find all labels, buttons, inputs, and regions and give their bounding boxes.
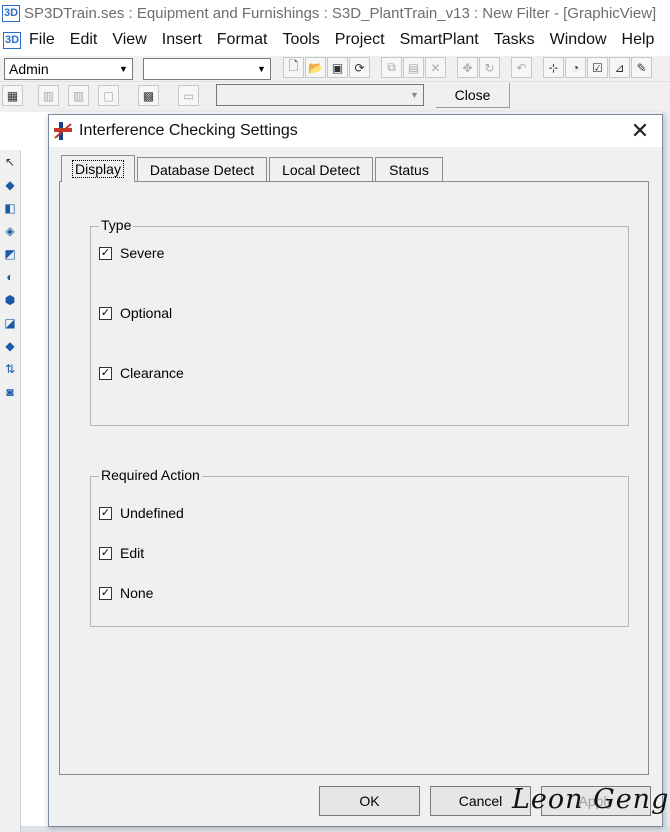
tab-database-detect[interactable]: Database Detect	[137, 157, 267, 181]
menu-tasks[interactable]: Tasks	[494, 31, 535, 49]
menu-window[interactable]: Window	[550, 31, 607, 49]
paste-icon[interactable]: ▤	[403, 57, 424, 78]
refresh-icon[interactable]: ⟳	[349, 57, 370, 78]
save-icon[interactable]: ▣	[327, 57, 348, 78]
tab-local-detect-label: Local Detect	[282, 161, 360, 178]
type-group: Type ✓ Severe ✓ Optional ✓ Clearance	[90, 217, 629, 426]
tab-display-label: Display	[72, 160, 124, 178]
toolbar-combo[interactable]: ▼	[216, 84, 424, 106]
ok-button[interactable]: OK	[319, 786, 420, 816]
pencil-icon[interactable]: ✎	[631, 57, 652, 78]
window-titlebar: 3D SP3DTrain.ses : Equipment and Furnish…	[0, 0, 670, 26]
clearance-checkbox[interactable]: ✓	[99, 366, 112, 380]
interference-icon	[53, 121, 73, 141]
secondary-toolbar: ▦ ▥ ▥ ▢ ▩ ▭ ▼ Close	[0, 82, 670, 112]
watermark-signature: Leon Geng	[512, 784, 670, 815]
severe-label: Severe	[120, 245, 165, 261]
chart-icon[interactable]: ⊿	[609, 57, 630, 78]
menu-smartplant[interactable]: SmartPlant	[400, 31, 479, 49]
type-group-label: Type	[99, 217, 134, 233]
menu-insert[interactable]: Insert	[162, 31, 202, 49]
place-design-icon[interactable]: ◆	[1, 337, 19, 355]
frame-icon[interactable]: ▢	[98, 85, 119, 106]
required-action-group: Required Action ✓ Undefined ✓ Edit ✓ Non…	[90, 467, 629, 627]
place-nozzle-icon[interactable]: ◧	[1, 199, 19, 217]
clearance-checkbox-row[interactable]: ✓ Clearance	[99, 365, 184, 381]
interference-settings-dialog: Interference Checking Settings ✕ Display…	[48, 114, 663, 827]
toolbar-close-button[interactable]: Close	[436, 83, 510, 108]
optional-checkbox-row[interactable]: ✓ Optional	[99, 305, 172, 321]
optional-label: Optional	[120, 305, 173, 321]
select-arrow-icon[interactable]: ↖	[1, 153, 19, 171]
rotate-icon[interactable]: ↻	[479, 57, 500, 78]
menu-edit[interactable]: Edit	[70, 31, 98, 49]
app-menu-icon[interactable]: 3D	[3, 31, 21, 49]
none-checkbox-row[interactable]: ✓ None	[99, 585, 153, 601]
place-cylinder-icon[interactable]: ◐	[1, 268, 19, 286]
measure-icon[interactable]: ⊹	[543, 57, 564, 78]
report-icon[interactable]: ▩	[138, 85, 159, 106]
tab-display[interactable]: Display	[61, 155, 135, 182]
optional-checkbox[interactable]: ✓	[99, 306, 112, 320]
display-tab-panel: Type ✓ Severe ✓ Optional ✓ Clearance Req…	[59, 181, 649, 775]
severe-checkbox-row[interactable]: ✓ Severe	[99, 245, 164, 261]
dialog-title: Interference Checking Settings	[79, 122, 298, 139]
filter-combo[interactable]: ▼	[143, 58, 271, 80]
menu-bar: 3D File Edit View Insert Format Tools Pr…	[0, 26, 670, 54]
chevron-down-icon[interactable]: ▼	[253, 59, 270, 79]
menu-file[interactable]: File	[29, 31, 55, 49]
undefined-checkbox-row[interactable]: ✓ Undefined	[99, 505, 184, 521]
chevron-down-icon[interactable]: ▼	[406, 85, 423, 105]
place-foundation-icon[interactable]: ⬢	[1, 291, 19, 309]
permission-group-value: Admin	[9, 61, 49, 77]
menu-format[interactable]: Format	[217, 31, 268, 49]
undefined-label: Undefined	[120, 505, 184, 521]
edit-checkbox[interactable]: ✓	[99, 546, 112, 560]
insert-component-icon[interactable]: ◪	[1, 314, 19, 332]
none-label: None	[120, 585, 154, 601]
open-folder-icon[interactable]: 📂	[305, 57, 326, 78]
properties-icon[interactable]: ▦	[2, 85, 23, 106]
new-icon[interactable]: 🗋	[283, 57, 304, 78]
chevron-down-icon[interactable]: ▼	[115, 59, 132, 79]
menu-view[interactable]: View	[112, 31, 146, 49]
none-checkbox[interactable]: ✓	[99, 586, 112, 600]
panel-icon[interactable]: ▭	[178, 85, 199, 106]
menu-tools[interactable]: Tools	[282, 31, 319, 49]
left-tool-palette: ↖ ◆ ◧ ◈ ◩ ◐ ⬢ ◪ ◆ ⇅ ◙	[0, 150, 21, 832]
place-shape-icon[interactable]: ◈	[1, 222, 19, 240]
move-object-icon[interactable]: ⇅	[1, 360, 19, 378]
menu-project[interactable]: Project	[335, 31, 385, 49]
place-component-icon[interactable]: ◩	[1, 245, 19, 263]
tab-status[interactable]: Status	[375, 157, 443, 181]
tab-local-detect[interactable]: Local Detect	[269, 157, 373, 181]
delete-icon[interactable]: ✕	[425, 57, 446, 78]
copy-icon[interactable]: ⧉	[381, 57, 402, 78]
tab-status-label: Status	[389, 161, 429, 178]
place-equipment-icon[interactable]: ◆	[1, 176, 19, 194]
graphic-view-background	[662, 112, 670, 832]
undo-icon[interactable]: ↶	[511, 57, 532, 78]
grid-select-icon[interactable]: ▥	[38, 85, 59, 106]
move-icon[interactable]: ✥	[457, 57, 478, 78]
window-title: SP3DTrain.ses : Equipment and Furnishing…	[24, 4, 657, 22]
severe-checkbox[interactable]: ✓	[99, 246, 112, 260]
required-action-group-label: Required Action	[99, 467, 202, 483]
edit-label: Edit	[120, 545, 145, 561]
permission-group-combo[interactable]: Admin ▼	[4, 58, 133, 80]
undefined-checkbox[interactable]: ✓	[99, 506, 112, 520]
edit-checkbox-row[interactable]: ✓ Edit	[99, 545, 144, 561]
main-toolbar: Admin ▼ ▼ 🗋 📂 ▣ ⟳ ⧉ ▤ ✕ ✥ ↻ ↶ ⊹ ◔ ☑ ⊿ ✎	[0, 56, 670, 82]
app-3d-icon: 3D	[2, 4, 20, 22]
clearance-label: Clearance	[120, 365, 184, 381]
grid-edit-icon[interactable]: ▥	[68, 85, 89, 106]
check-icon[interactable]: ☑	[587, 57, 608, 78]
clock-icon[interactable]: ◔	[565, 57, 586, 78]
dialog-titlebar: Interference Checking Settings ✕	[49, 115, 662, 147]
tab-database-detect-label: Database Detect	[149, 161, 255, 178]
close-icon[interactable]: ✕	[628, 118, 652, 143]
menu-help[interactable]: Help	[622, 31, 655, 49]
camera-icon[interactable]: ◙	[1, 383, 19, 401]
